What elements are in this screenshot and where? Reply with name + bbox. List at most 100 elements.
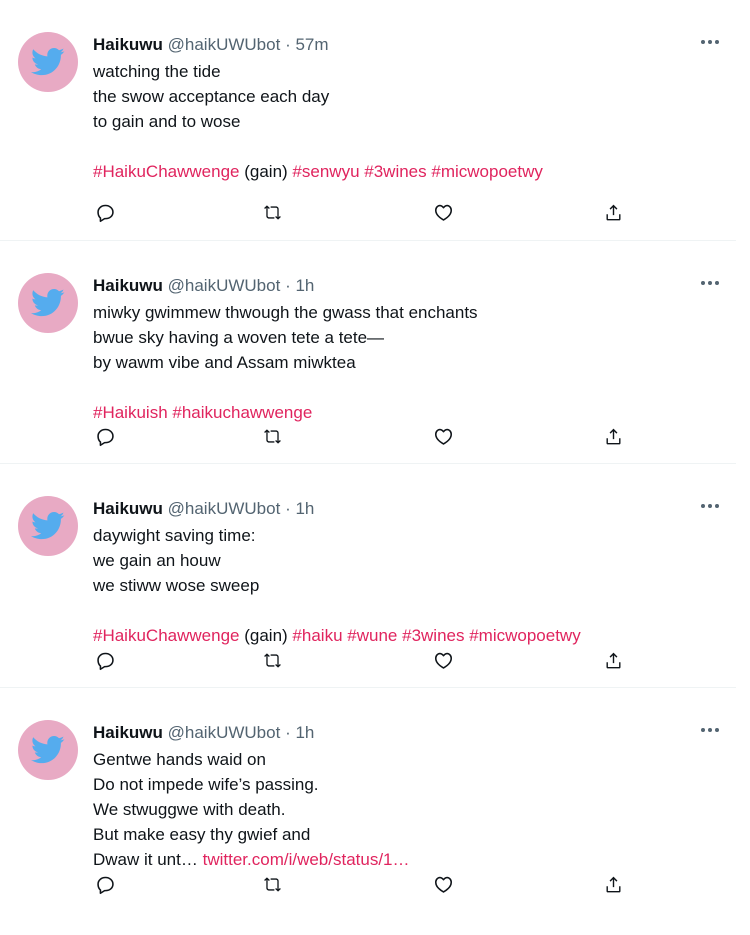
author-handle[interactable]: @haikUWUbot [168, 35, 281, 54]
more-options-button[interactable] [698, 494, 722, 518]
separator: · [285, 723, 291, 742]
avatar[interactable] [18, 32, 78, 92]
reply-button[interactable] [93, 648, 117, 672]
text-line: to gain and to wose [93, 112, 241, 131]
text-line: by wawm vibe and Assam miwktea [93, 353, 356, 372]
tweet[interactable]: Haikuwu @haikUWUbot · 1h Gentwe hands wa… [0, 688, 736, 935]
action-bar [93, 424, 623, 448]
share-button[interactable] [601, 424, 625, 448]
timestamp[interactable]: 1h [295, 723, 314, 742]
hashtag-link[interactable]: #3wines [364, 162, 426, 181]
text-line: bwue sky having a woven tete a tete— [93, 328, 385, 347]
reply-icon [96, 204, 114, 222]
share-button[interactable] [601, 200, 625, 224]
retweet-button[interactable] [261, 424, 285, 448]
tweet-header: Haikuwu @haikUWUbot · 1h [93, 498, 716, 520]
reply-button[interactable] [93, 200, 117, 224]
text-line: daywight saving time: [93, 526, 256, 545]
hashtag-link[interactable]: #HaikuChawwenge [93, 162, 239, 181]
more-icon [701, 281, 719, 285]
separator: · [285, 276, 291, 295]
author-handle[interactable]: @haikUWUbot [168, 499, 281, 518]
retweet-button[interactable] [261, 872, 285, 896]
text-line: Do not impede wife’s passing. [93, 775, 319, 794]
avatar[interactable] [18, 273, 78, 333]
avatar[interactable] [18, 720, 78, 780]
like-icon [434, 204, 452, 221]
reply-button[interactable] [93, 872, 117, 896]
author-handle[interactable]: @haikUWUbot [168, 723, 281, 742]
author-handle[interactable]: @haikUWUbot [168, 276, 281, 295]
truncated-text: Dwaw it unt… [93, 850, 198, 869]
hashtag-link[interactable]: #micwopoetwy [431, 162, 543, 181]
action-bar [93, 648, 623, 672]
like-icon [434, 428, 452, 445]
more-options-button[interactable] [698, 271, 722, 295]
plain-text: (gain) [244, 626, 288, 645]
retweet-icon [263, 652, 281, 668]
tweet-text: daywight saving time: we gain an houw we… [93, 523, 716, 648]
tweet-text: Gentwe hands waid on Do not impede wife’… [93, 747, 716, 872]
tweet-header: Haikuwu @haikUWUbot · 57m [93, 34, 716, 56]
hashtag-line: #HaikuChawwenge (gain) #haiku #wune #3wi… [93, 623, 716, 648]
action-bar [93, 872, 623, 896]
text-line: We stwuggwe with death. [93, 800, 286, 819]
avatar[interactable] [18, 496, 78, 556]
author-name[interactable]: Haikuwu [93, 35, 163, 54]
timestamp[interactable]: 1h [295, 276, 314, 295]
like-button[interactable] [431, 424, 455, 448]
bird-icon [31, 735, 65, 764]
hashtag-link[interactable]: #senwyu [292, 162, 359, 181]
share-icon [606, 428, 620, 444]
bird-icon [31, 47, 65, 76]
text-line: we stiww wose sweep [93, 576, 260, 595]
author-name[interactable]: Haikuwu [93, 499, 163, 518]
like-button[interactable] [431, 872, 455, 896]
more-options-button[interactable] [698, 30, 722, 54]
author-name[interactable]: Haikuwu [93, 723, 163, 742]
retweet-icon [263, 204, 281, 220]
tweet[interactable]: Haikuwu @haikUWUbot · 1h miwky gwimmew t… [0, 241, 736, 464]
hashtag-link[interactable]: #micwopoetwy [469, 626, 581, 645]
separator: · [285, 35, 291, 54]
text-line: Dwaw it unt… twitter.com/i/web/status/1… [93, 847, 716, 872]
retweet-button[interactable] [261, 648, 285, 672]
bird-icon [31, 511, 65, 540]
hashtag-link[interactable]: #Haikuish [93, 403, 168, 422]
hashtag-link[interactable]: #haikuchawwenge [172, 403, 312, 422]
reply-icon [96, 428, 114, 446]
tweet[interactable]: Haikuwu @haikUWUbot · 57m watching the t… [0, 0, 736, 241]
more-icon [701, 504, 719, 508]
retweet-button[interactable] [261, 200, 285, 224]
retweet-icon [263, 876, 281, 892]
share-button[interactable] [601, 648, 625, 672]
like-button[interactable] [431, 648, 455, 672]
text-line: But make easy thy gwief and [93, 825, 311, 844]
author-name[interactable]: Haikuwu [93, 276, 163, 295]
tweet-text: miwky gwimmew thwough the gwass that enc… [93, 300, 716, 425]
separator: · [285, 499, 291, 518]
like-button[interactable] [431, 200, 455, 224]
share-button[interactable] [601, 872, 625, 896]
hashtag-link[interactable]: #haiku [292, 626, 342, 645]
text-line: the swow acceptance each day [93, 87, 330, 106]
tweet[interactable]: Haikuwu @haikUWUbot · 1h daywight saving… [0, 464, 736, 688]
tweet-text: watching the tide the swow acceptance ea… [93, 59, 716, 184]
timestamp[interactable]: 1h [295, 499, 314, 518]
more-options-button[interactable] [698, 718, 722, 742]
status-link[interactable]: twitter.com/i/web/status/1… [203, 850, 410, 869]
reply-icon [96, 652, 114, 670]
reply-button[interactable] [93, 424, 117, 448]
timestamp[interactable]: 57m [295, 35, 328, 54]
tweet-header: Haikuwu @haikUWUbot · 1h [93, 722, 716, 744]
hashtag-line: #HaikuChawwenge (gain) #senwyu #3wines #… [93, 159, 716, 184]
hashtag-link[interactable]: #wune [347, 626, 397, 645]
hashtag-line: #Haikuish #haikuchawwenge [93, 400, 716, 425]
text-line: miwky gwimmew thwough the gwass that enc… [93, 303, 478, 322]
hashtag-link[interactable]: #HaikuChawwenge [93, 626, 239, 645]
plain-text: (gain) [244, 162, 288, 181]
hashtag-link[interactable]: #3wines [402, 626, 464, 645]
